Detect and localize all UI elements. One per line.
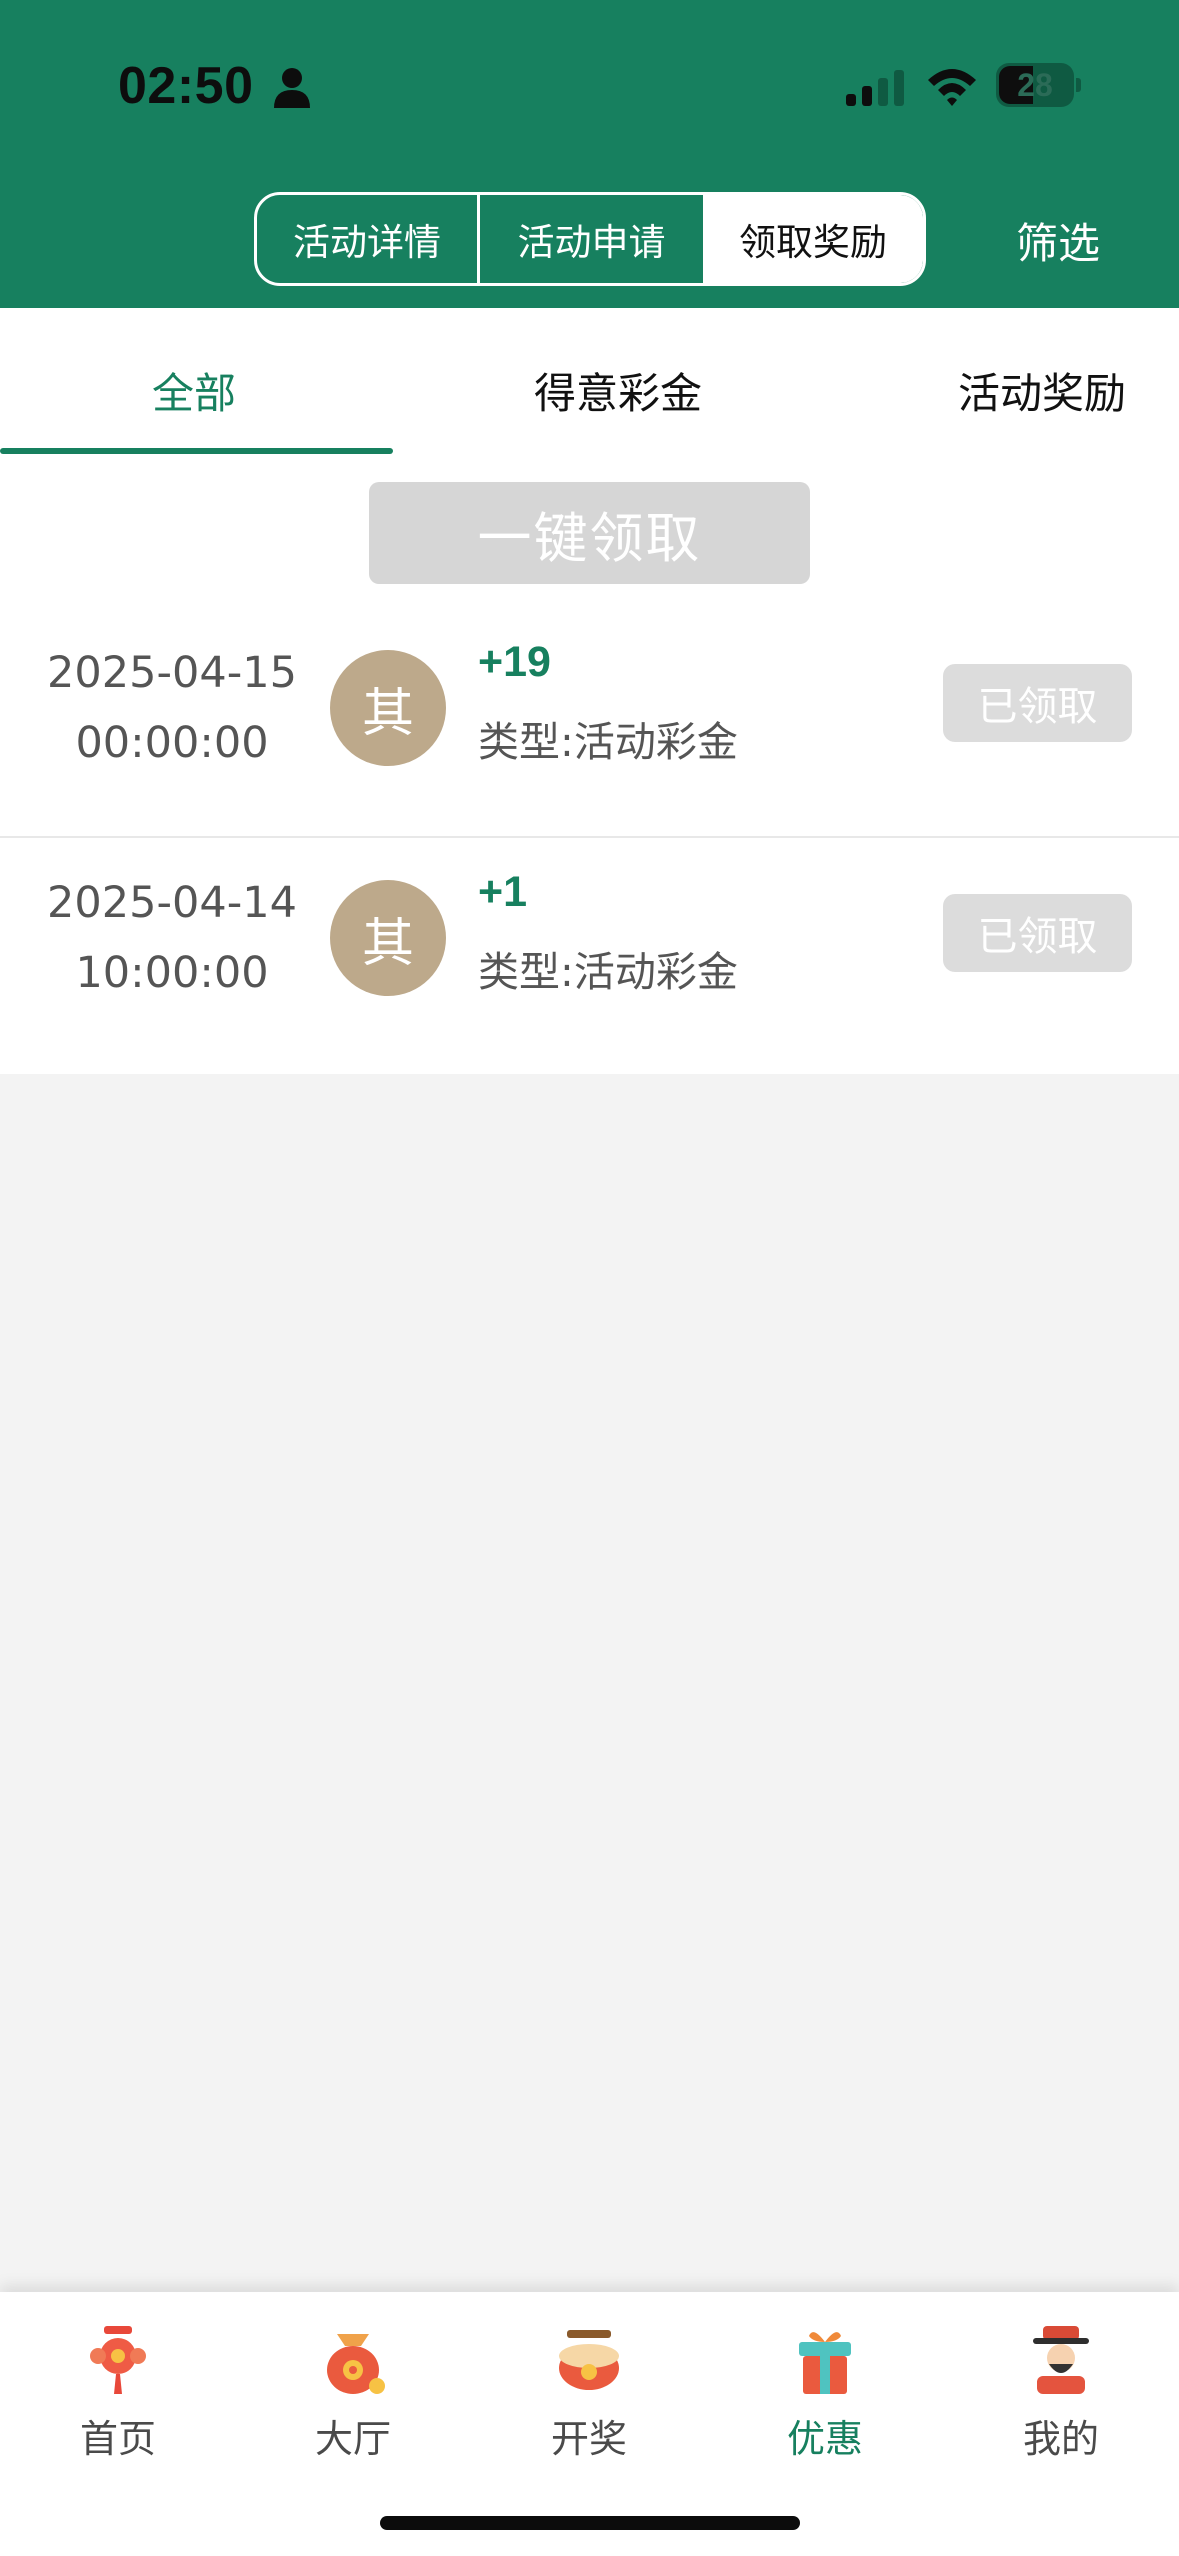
tab-mine-label: 我的 (1022, 2417, 1099, 2461)
tab-activity-rewards[interactable]: 活动奖励 (958, 360, 1126, 421)
battery-icon: 28 (996, 63, 1081, 107)
reward-list: 2025-04-15 00:00:00 其 +19 类型:活动彩金 已领取 20… (0, 628, 1179, 1074)
tab-draw[interactable]: 开奖 (524, 2322, 654, 2463)
segmented-control: 活动详情 活动申请 领取奖励 (254, 192, 926, 286)
record-time: 00:00:00 (75, 718, 269, 768)
active-tab-indicator (0, 448, 393, 454)
fortune-god-icon (1033, 2326, 1089, 2394)
record-type: 类型:活动彩金 (478, 948, 738, 996)
claimed-button[interactable]: 已领取 (943, 894, 1132, 972)
tab-bonus[interactable]: 得意彩金 (534, 360, 702, 421)
avatar: 其 (330, 880, 446, 996)
list-item: 2025-04-15 00:00:00 其 +19 类型:活动彩金 已领取 (0, 628, 1179, 838)
tab-mine[interactable]: 我的 (996, 2322, 1126, 2463)
record-time: 10:00:00 (75, 948, 269, 998)
signal-icon (846, 70, 904, 106)
record-date: 2025-04-14 (47, 878, 297, 928)
money-bag-icon (327, 2334, 385, 2394)
record-datetime: 2025-04-14 10:00:00 (30, 868, 314, 1008)
category-tabs: 全部 得意彩金 活动奖励 (0, 308, 1179, 458)
segment-claim-rewards[interactable]: 领取奖励 (703, 195, 923, 283)
record-datetime: 2025-04-15 00:00:00 (30, 638, 314, 778)
segment-activity-apply[interactable]: 活动申请 (480, 195, 703, 283)
home-indicator (380, 2516, 800, 2530)
tab-all[interactable]: 全部 (152, 360, 236, 421)
battery-level: 28 (1017, 67, 1053, 103)
tab-home-label: 首页 (79, 2417, 156, 2461)
tab-promotions-label: 优惠 (786, 2417, 863, 2461)
avatar: 其 (330, 650, 446, 766)
tab-draw-label: 开奖 (550, 2417, 627, 2461)
wifi-icon (928, 69, 976, 106)
tab-lobby-label: 大厅 (314, 2417, 391, 2461)
person-icon (274, 68, 310, 108)
claim-all-area: 一键领取 (0, 458, 1179, 628)
record-amount: +1 (478, 868, 528, 916)
knot-icon (90, 2326, 146, 2394)
tab-promotions[interactable]: 优惠 (760, 2322, 890, 2463)
gift-icon (799, 2332, 851, 2394)
tab-home[interactable]: 首页 (53, 2322, 183, 2463)
segment-activity-details[interactable]: 活动详情 (257, 195, 480, 283)
claim-all-button[interactable]: 一键领取 (369, 482, 810, 584)
status-time: 02:50 (118, 57, 254, 115)
filter-button[interactable]: 筛选 (1016, 210, 1100, 271)
app-header: 02:50 28 活动详情 活动申请 领取奖励 筛选 (0, 0, 1179, 308)
claimed-button[interactable]: 已领取 (943, 664, 1132, 742)
record-type: 类型:活动彩金 (478, 718, 738, 766)
list-item: 2025-04-14 10:00:00 其 +1 类型:活动彩金 已领取 (0, 838, 1179, 1074)
record-date: 2025-04-15 (47, 648, 297, 698)
drum-icon (559, 2330, 619, 2390)
tab-lobby[interactable]: 大厅 (288, 2322, 418, 2463)
record-amount: +19 (478, 638, 551, 686)
